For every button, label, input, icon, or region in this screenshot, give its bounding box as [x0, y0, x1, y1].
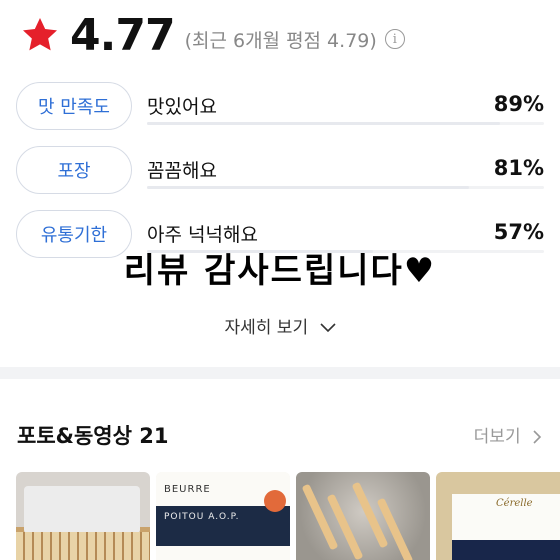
view-details-button[interactable]: 자세히 보기	[0, 313, 560, 338]
criteria-bar	[147, 186, 544, 189]
criteria-percent: 57%	[493, 220, 544, 244]
criteria-bar-fill	[147, 122, 501, 125]
photo-thumbnail[interactable]: Cérelle	[436, 472, 560, 560]
view-details-label: 자세히 보기	[224, 318, 309, 338]
rating-score: 4.77	[70, 9, 176, 61]
more-photos-button[interactable]: 더보기	[474, 422, 542, 447]
photo-thumbnail[interactable]	[16, 472, 150, 560]
thumb-seal	[264, 490, 286, 512]
more-label: 더보기	[473, 427, 521, 447]
rating-summary: 4.77 (최근 6개월 평점 4.79) i	[20, 9, 405, 61]
star-icon	[23, 18, 57, 51]
photo-section-title: 포토&동영상 21	[17, 424, 169, 448]
photo-thumbnail-strip: BEURRE POITOU A.O.P. Cérelle	[16, 472, 560, 560]
criteria-label-packaging[interactable]: 포장	[16, 146, 132, 194]
criteria-description: 맛있어요	[147, 96, 217, 118]
photo-thumbnail[interactable]: BEURRE POITOU A.O.P.	[156, 472, 290, 560]
overlay-caption: 리뷰 감사드립니다♥	[123, 251, 437, 291]
thumb-stick	[376, 497, 414, 560]
criteria-row: 포장 꼼꼼해요 81%	[16, 146, 544, 210]
thumb-sticks	[16, 532, 150, 560]
chevron-down-icon	[319, 323, 336, 333]
criteria-bar	[147, 122, 544, 125]
criteria-percent: 81%	[493, 156, 544, 180]
thumb-box-lid	[24, 486, 140, 534]
chevron-right-icon	[533, 430, 542, 444]
photo-thumbnail[interactable]	[296, 472, 430, 560]
thumb-stick	[326, 493, 364, 560]
criteria-bar-fill	[147, 186, 469, 189]
criteria-description: 꼼꼼해요	[147, 160, 217, 182]
info-icon[interactable]: i	[384, 29, 405, 49]
criteria-label-taste[interactable]: 맛 만족도	[16, 82, 132, 130]
thumb-navy-band	[452, 540, 560, 560]
recent-rating: (최근 6개월 평점 4.79)	[184, 29, 377, 52]
criteria-percent: 89%	[493, 92, 544, 116]
thumb-logo: Cérelle	[496, 498, 533, 509]
thumb-text: POITOU A.O.P.	[164, 512, 240, 522]
section-divider	[0, 367, 560, 379]
thumb-text: BEURRE	[164, 484, 211, 495]
criteria-row: 맛 만족도 맛있어요 89%	[16, 82, 544, 146]
